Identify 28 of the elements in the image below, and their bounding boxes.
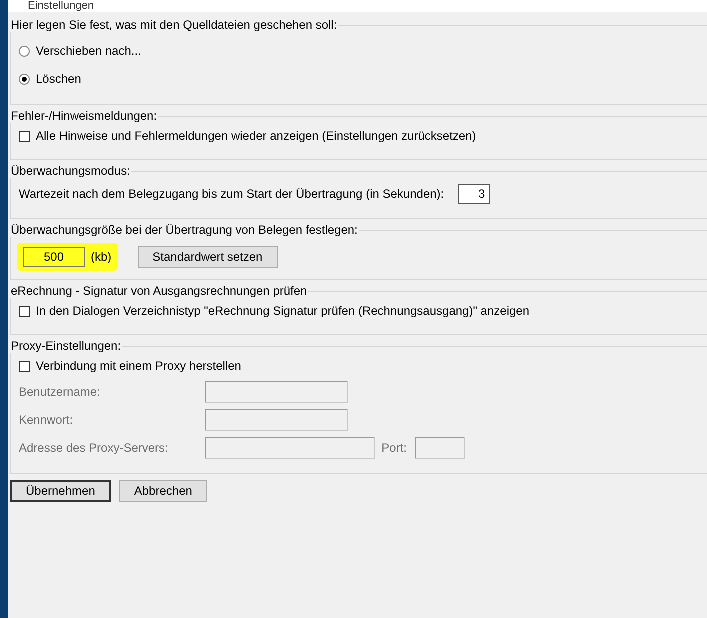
unit-label: (kb) [91, 250, 112, 264]
checkbox[interactable] [19, 360, 30, 372]
checkbox[interactable] [19, 306, 30, 316]
field-label: Benutzername: [19, 385, 102, 399]
checkbox[interactable] [19, 130, 30, 142]
dialog-button[interactable]: Abbrechen [119, 480, 208, 502]
radio-label[interactable]: Verschieben nach... [36, 44, 142, 58]
radio-button[interactable] [19, 46, 30, 56]
group-title: Hier legen Sie fest, was mit den Quelldateien geschehen soll: [10, 18, 338, 32]
group-title: eRechnung - Signatur von Ausgangsrechnungen prüfen [10, 284, 308, 298]
radio-button[interactable] [19, 74, 30, 84]
checkbox-label[interactable]: In den Dialogen Verzeichnistyp "eRechnung Signatur prüfen (Rechnungsausgang)" anzeigen [36, 304, 530, 318]
group-title: Fehler-/Hinweismeldungen: [10, 109, 158, 123]
field-label: Port: [382, 441, 408, 455]
group-title: Überwachungsmodus: [10, 164, 132, 178]
seconds-field[interactable]: 3 [458, 184, 490, 204]
dialog-button[interactable]: Übernehmen [10, 480, 112, 502]
group-title: Überwachungsgröße bei der Übertragung von Belegen festlegen: [10, 223, 359, 237]
field-label: Wartezeit nach dem Belegzugang bis zum Start der Übertragung (in Sekunden): [19, 187, 444, 201]
radio-label[interactable]: Löschen [36, 72, 82, 86]
field-label: Kennwort: [19, 413, 74, 427]
checkbox-label[interactable]: Alle Hinweise und Fehlermeldungen wieder anzeigen (Einstellungen zurücksetzen) [36, 129, 476, 143]
field-label: Adresse des Proxy-Servers: [19, 441, 170, 455]
checkbox-label[interactable]: Verbindung mit einem Proxy herstellen [36, 359, 242, 373]
size-field[interactable]: 500 [23, 247, 85, 267]
group-title: Proxy-Einstellungen: [10, 339, 122, 353]
window-title: Einstellungen [8, 0, 707, 12]
default-value-button[interactable]: Standardwert setzen [138, 246, 278, 268]
